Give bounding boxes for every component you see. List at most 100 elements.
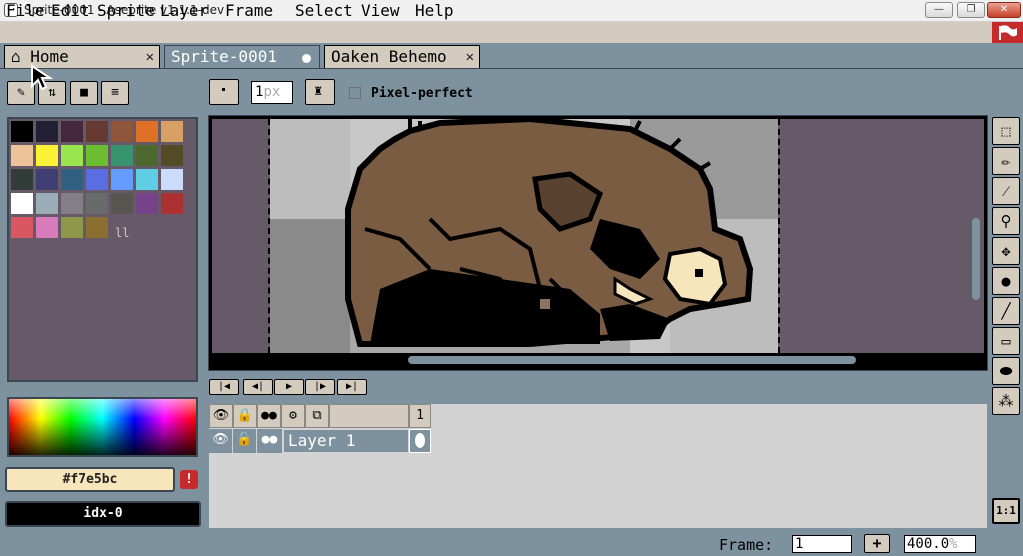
warning-icon[interactable]: ! bbox=[180, 470, 198, 489]
previous-frame-icon: ◀| bbox=[251, 381, 265, 392]
tool-line[interactable]: ╱ bbox=[992, 297, 1020, 325]
palette-swatch[interactable] bbox=[36, 145, 58, 166]
last-frame-button[interactable]: ▶| bbox=[337, 379, 367, 395]
palette-swatch[interactable] bbox=[11, 145, 33, 166]
palette-swatch[interactable] bbox=[86, 145, 108, 166]
first-frame-button[interactable]: |◀ bbox=[209, 379, 239, 395]
palette-swatch[interactable] bbox=[136, 145, 158, 166]
palette-swatch[interactable] bbox=[111, 193, 133, 214]
frame-header-1[interactable]: 1 bbox=[409, 404, 431, 428]
brush-type-button[interactable] bbox=[209, 79, 239, 105]
vertical-scroll-thumb[interactable] bbox=[972, 218, 980, 300]
background-color-button[interactable]: idx-0 bbox=[5, 501, 201, 527]
palette-swatch[interactable] bbox=[161, 121, 183, 142]
palette-swatch[interactable] bbox=[136, 121, 158, 142]
palette-swatch[interactable] bbox=[86, 169, 108, 190]
tool-move[interactable]: ✥ bbox=[992, 237, 1020, 265]
palette-swatches bbox=[11, 121, 191, 241]
eye-icon: 👁 bbox=[212, 408, 230, 423]
palette-swatch[interactable] bbox=[111, 169, 133, 190]
tool-paint-bucket[interactable]: ● bbox=[992, 267, 1020, 295]
move-arrows-icon: ✥ bbox=[1001, 242, 1011, 260]
frame-number-input[interactable]: 1 bbox=[792, 535, 852, 553]
tool-rectangle[interactable]: ▭ bbox=[992, 327, 1020, 355]
palette-swatch[interactable] bbox=[61, 145, 83, 166]
brush-size-input[interactable]: 1px bbox=[251, 81, 293, 104]
timeline-visibility-header[interactable]: 👁 bbox=[209, 404, 233, 428]
palette-swatch[interactable] bbox=[36, 121, 58, 142]
palette-drag-handle[interactable]: ll bbox=[115, 226, 129, 240]
maximize-button[interactable]: ❐ bbox=[957, 2, 985, 18]
palette-swatch[interactable] bbox=[111, 121, 133, 142]
tool-zoom[interactable]: ⚲ bbox=[992, 207, 1020, 235]
gear-icon: ⚙ bbox=[289, 408, 297, 423]
tool-blur[interactable]: ⁂ bbox=[992, 387, 1020, 415]
timeline-onion-header[interactable]: ●● bbox=[257, 404, 281, 428]
palette-swatch[interactable] bbox=[11, 217, 33, 238]
palette-swatch[interactable] bbox=[61, 193, 83, 214]
tool-rectangular-marquee[interactable]: ⬚ bbox=[992, 117, 1020, 145]
palette-swatch[interactable] bbox=[61, 121, 83, 142]
palette-swatch[interactable] bbox=[61, 217, 83, 238]
menu-layer[interactable]: Layer bbox=[160, 1, 208, 20]
close-window-button[interactable]: ✕ bbox=[987, 2, 1021, 18]
layer-name[interactable]: Layer 1 bbox=[283, 429, 409, 453]
timeline-layers-header[interactable]: ⧉ bbox=[305, 404, 329, 428]
tab-home-close-icon[interactable]: ✕ bbox=[146, 46, 154, 68]
add-frame-button[interactable]: + bbox=[864, 534, 890, 553]
eye-icon: 👁 bbox=[212, 432, 229, 447]
horizontal-scroll-thumb[interactable] bbox=[408, 356, 856, 364]
palette-swatch[interactable] bbox=[61, 169, 83, 190]
layer-onion-toggle[interactable]: ●● bbox=[257, 429, 283, 453]
palette-swatch[interactable] bbox=[136, 193, 158, 214]
blur-icon: ⁂ bbox=[998, 392, 1014, 410]
tab-oaken-close-icon[interactable]: ✕ bbox=[466, 46, 474, 68]
menu-sprite[interactable]: Sprite bbox=[97, 1, 155, 20]
palette-swatch[interactable] bbox=[36, 217, 58, 238]
flag-icon[interactable] bbox=[992, 22, 1023, 43]
menu-edit[interactable]: Edit bbox=[51, 1, 90, 20]
menu-frame[interactable]: Frame bbox=[225, 1, 273, 20]
palette-swatch[interactable] bbox=[11, 193, 33, 214]
palette-swatch[interactable] bbox=[11, 121, 33, 142]
palette-swatch[interactable] bbox=[161, 145, 183, 166]
palette-swatch[interactable] bbox=[111, 145, 133, 166]
palette-swatch[interactable] bbox=[36, 169, 58, 190]
play-button[interactable]: ▶ bbox=[274, 379, 304, 395]
tool-pencil[interactable]: ✏ bbox=[992, 147, 1020, 175]
ink-type-button[interactable]: ♜ bbox=[305, 79, 335, 105]
zoom-input[interactable]: 400.0% bbox=[904, 535, 976, 553]
palette-options-button[interactable]: ≡ bbox=[101, 81, 129, 105]
tool-contour[interactable]: ⬬ bbox=[992, 357, 1020, 385]
menu-select[interactable]: Select bbox=[295, 1, 353, 20]
menu-help[interactable]: Help bbox=[415, 1, 454, 20]
menu-view[interactable]: View bbox=[361, 1, 400, 20]
load-palette-button[interactable]: ■ bbox=[70, 81, 98, 105]
palette-swatch[interactable] bbox=[161, 193, 183, 214]
onion-skin-icon: ●● bbox=[261, 408, 277, 423]
palette-swatch[interactable] bbox=[161, 169, 183, 190]
tab-oaken-behemoth[interactable]: Oaken Behemo ✕ bbox=[324, 45, 480, 69]
next-frame-button[interactable]: |▶ bbox=[305, 379, 335, 395]
tab-sprite-0001[interactable]: Sprite-0001 bbox=[164, 45, 320, 69]
brush-size-unit: px bbox=[263, 84, 281, 100]
timeline-settings-header[interactable]: ⚙ bbox=[281, 404, 305, 428]
palette-swatch[interactable] bbox=[86, 193, 108, 214]
sprite-canvas[interactable] bbox=[268, 119, 780, 353]
tool-eyedropper[interactable]: ⁄ bbox=[992, 177, 1020, 205]
pixel-ratio-button[interactable]: 1:1 bbox=[992, 498, 1020, 524]
menu-file[interactable]: File bbox=[6, 1, 45, 20]
palette-swatch[interactable] bbox=[86, 217, 108, 238]
timeline-lock-header[interactable]: 🔒 bbox=[233, 404, 257, 428]
layer-lock-toggle[interactable]: 🔓 bbox=[233, 429, 257, 453]
tab-home[interactable]: ⌂ Home ✕ bbox=[4, 45, 160, 69]
palette-swatch[interactable] bbox=[136, 169, 158, 190]
layer-visibility-toggle[interactable]: 👁 bbox=[209, 429, 233, 453]
palette-swatch[interactable] bbox=[11, 169, 33, 190]
minimize-button[interactable]: — bbox=[925, 2, 953, 18]
palette-swatch[interactable] bbox=[86, 121, 108, 142]
previous-frame-button[interactable]: ◀| bbox=[243, 379, 273, 395]
pixel-perfect-checkbox[interactable] bbox=[349, 87, 361, 99]
palette-swatch[interactable] bbox=[36, 193, 58, 214]
foreground-color-button[interactable]: #f7e5bc bbox=[5, 467, 175, 492]
